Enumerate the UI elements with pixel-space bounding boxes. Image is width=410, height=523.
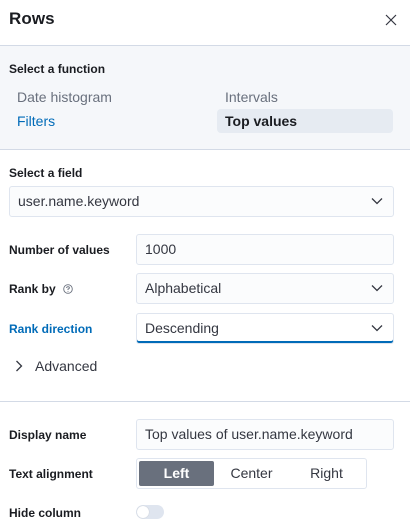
align-right-button[interactable]: Right [289,461,364,486]
rank-direction-select[interactable]: Descending [136,313,394,344]
rank-by-label: Rank by [9,282,73,296]
align-center-button[interactable]: Center [214,461,289,486]
rank-by-value: Alphabetical [145,280,222,296]
rank-by-select[interactable]: Alphabetical [136,273,394,304]
chevron-down-icon [371,285,383,292]
advanced-toggle[interactable]: Advanced [15,356,97,376]
function-option-top-values[interactable]: Top values [217,109,393,133]
function-option-intervals[interactable]: Intervals [217,85,286,109]
chevron-right-icon [16,360,23,372]
panel-header: Rows [0,0,410,46]
section-divider [0,401,410,402]
function-section-label: Select a function [9,62,106,76]
display-name-input[interactable]: Top values of user.name.keyword [136,419,394,450]
rank-by-label-text: Rank by [9,282,56,296]
number-of-values-label: Number of values [9,243,110,257]
display-name-label: Display name [9,428,87,442]
function-option-filters[interactable]: Filters [9,109,63,133]
text-alignment-button-group: Left Center Right [136,458,367,489]
field-select[interactable]: user.name.keyword [9,186,394,217]
switch-knob [137,506,149,518]
hide-column-switch[interactable] [136,505,164,519]
function-option-date-histogram[interactable]: Date histogram [9,85,120,109]
number-of-values-value: 1000 [145,241,177,257]
close-button[interactable] [382,11,400,29]
chevron-down-icon [371,325,383,332]
chevron-down-icon [371,198,383,205]
number-of-values-input[interactable]: 1000 [136,234,394,265]
display-name-value: Top values of user.name.keyword [145,426,353,442]
text-alignment-label: Text alignment [9,467,93,481]
field-select-value: user.name.keyword [18,193,140,209]
rows-panel: Rows Select a function Date histogram In… [0,0,410,523]
advanced-label: Advanced [35,358,98,374]
hide-column-label: Hide column [9,506,82,520]
question-circle-icon[interactable] [63,284,73,294]
close-icon [385,14,397,26]
function-section: Select a function Date histogram Interva… [0,46,410,150]
panel-title: Rows [9,9,55,28]
rank-direction-label: Rank direction [9,322,93,336]
align-left-button[interactable]: Left [139,461,214,486]
rank-direction-value: Descending [145,320,219,336]
field-label: Select a field [9,166,83,180]
